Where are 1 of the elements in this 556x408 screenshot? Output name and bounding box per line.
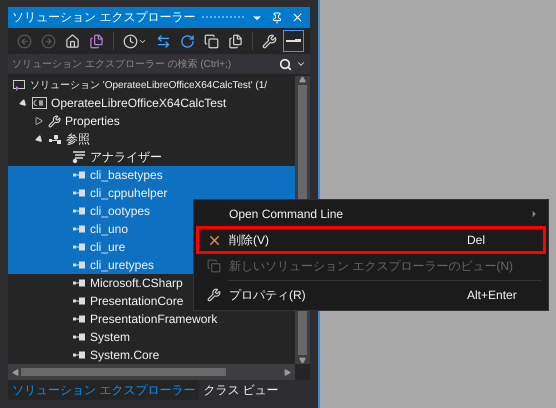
window-title: ソリューション エクスプローラー <box>12 9 196 26</box>
